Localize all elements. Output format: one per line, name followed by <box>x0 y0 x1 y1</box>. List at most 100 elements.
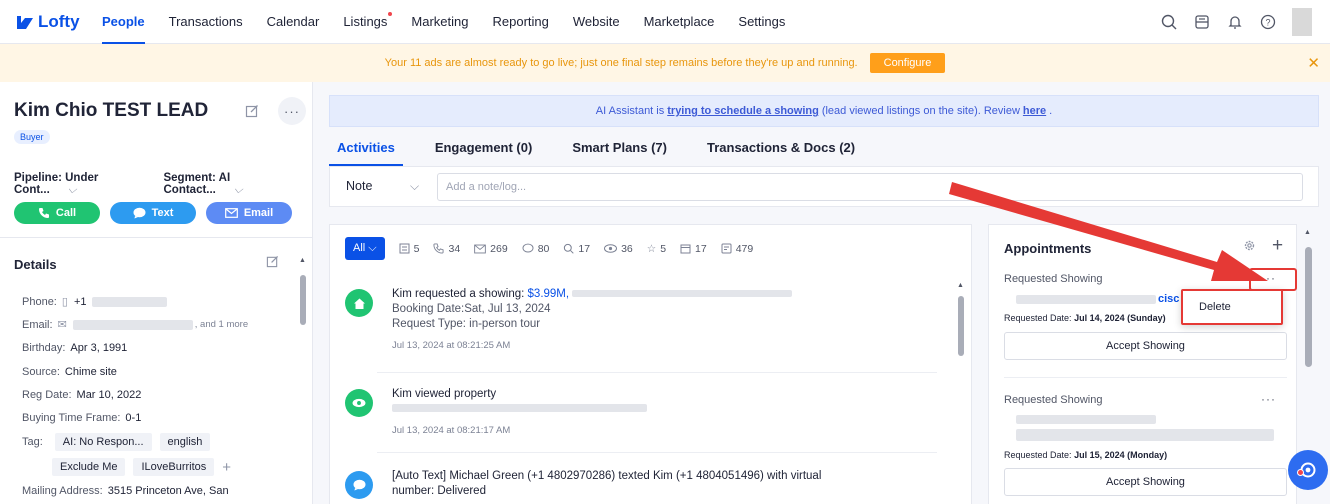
filter-favorites[interactable]: ☆ 5 <box>647 243 666 255</box>
filter-searches[interactable]: 17 <box>563 243 590 255</box>
redacted-address <box>1016 294 1156 304</box>
regdate-label: Reg Date: <box>22 388 72 401</box>
lofty-logo[interactable]: Lofty <box>16 12 102 32</box>
appointment-address-link[interactable]: cisc <box>1158 293 1179 305</box>
help-icon[interactable]: ? <box>1258 12 1278 32</box>
pipeline-select[interactable]: Pipeline: Under Cont... ⌵ <box>14 172 149 197</box>
nav-listings[interactable]: Listings <box>343 0 393 44</box>
nav-marketing[interactable]: Marketing <box>411 0 468 44</box>
nav-icons: ? <box>1146 0 1312 44</box>
text-button[interactable]: Text <box>110 202 196 224</box>
lead-sidebar: Kim Chio TEST LEAD ··· Buyer Pipeline: U… <box>0 82 313 504</box>
note-input[interactable]: Add a note/log... <box>437 173 1303 201</box>
chevron-down-icon[interactable]: ⌵ <box>410 179 419 194</box>
scroll-up-icon[interactable]: ▲ <box>1304 229 1311 236</box>
delete-menu-item[interactable]: Delete <box>1199 301 1231 313</box>
bell-icon[interactable] <box>1225 12 1245 32</box>
tag-chip[interactable]: AI: No Respon... <box>54 433 152 452</box>
filter-emails-count: 269 <box>490 242 508 255</box>
nav-reporting[interactable]: Reporting <box>492 0 548 44</box>
accept-showing-button[interactable]: Accept Showing <box>1004 332 1287 360</box>
nav-marketplace[interactable]: Marketplace <box>644 0 715 44</box>
activity-feed: All ⌵ 5 34 269 80 17 36 ☆ 5 17 479 Kim re… <box>329 224 972 504</box>
tab-transactions-docs[interactable]: Transactions & Docs (2) <box>707 134 855 166</box>
tag-chip[interactable]: ILoveBurritos <box>133 458 215 477</box>
nav-calendar[interactable]: Calendar <box>267 0 320 44</box>
tab-engagement[interactable]: Engagement (0) <box>435 134 533 166</box>
ai-review-link[interactable]: here <box>1023 105 1046 117</box>
divider <box>0 237 313 238</box>
filter-all-label: All <box>353 242 366 254</box>
edit-icon[interactable] <box>240 99 264 123</box>
edit-icon[interactable] <box>266 255 279 271</box>
appointment-date-value: Jul 15, 2024 (Monday) <box>1074 450 1168 460</box>
filter-calls[interactable]: 34 <box>433 243 460 255</box>
search-icon <box>564 243 575 254</box>
user-avatar[interactable] <box>1292 8 1312 36</box>
gear-icon[interactable] <box>1243 239 1256 255</box>
tab-activities[interactable]: Activities <box>329 134 403 166</box>
filter-appointments[interactable]: 17 <box>680 243 707 255</box>
segment-select[interactable]: Segment: AI Contact... ⌵ <box>163 172 298 197</box>
nav-website[interactable]: Website <box>573 0 620 44</box>
filter-logs[interactable]: 479 <box>721 243 753 255</box>
activity-item: Kim requested a showing: $3.99M, Booking… <box>345 287 945 367</box>
nav-settings[interactable]: Settings <box>738 0 785 44</box>
activity-title: [Auto Text] Michael Green (+1 4802970286… <box>392 470 822 482</box>
call-label: Call <box>55 207 77 219</box>
log-icon <box>721 243 732 254</box>
call-button[interactable]: Call <box>14 202 100 224</box>
filter-notes[interactable]: 5 <box>399 243 419 255</box>
appointment-date: Requested Date: Jul 15, 2024 (Monday) <box>1004 450 1167 460</box>
add-appointment-icon[interactable]: + <box>1272 235 1283 257</box>
details-scrollbar[interactable]: ▲ <box>299 257 306 504</box>
mail-icon: ✉ <box>57 319 67 332</box>
scroll-thumb[interactable] <box>958 296 964 356</box>
email-button[interactable]: Email <box>206 202 292 224</box>
detail-email: Email: ✉ , and 1 more <box>22 313 292 336</box>
phone-value[interactable]: +1 <box>74 296 87 308</box>
note-type-select[interactable]: Note <box>346 179 372 193</box>
activity-item: [Auto Text] Michael Green (+1 4802970286… <box>345 469 945 504</box>
tag-chip[interactable]: english <box>159 433 211 452</box>
appointments-panel: Appointments + Requested Showing ··· cis… <box>988 224 1297 504</box>
eye-icon <box>345 389 373 417</box>
configure-button[interactable]: Configure <box>869 53 946 73</box>
note-icon <box>399 243 410 254</box>
add-tag-icon[interactable]: + <box>222 459 231 476</box>
showing-request-icon <box>345 289 373 317</box>
search-icon[interactable] <box>1159 12 1179 32</box>
email-more[interactable]: , and 1 more <box>195 319 248 330</box>
filter-views[interactable]: 36 <box>604 243 633 255</box>
scroll-thumb[interactable] <box>1305 247 1312 367</box>
nav-people[interactable]: People <box>102 0 145 44</box>
filter-texts[interactable]: 80 <box>522 243 549 255</box>
scroll-up-icon[interactable]: ▲ <box>957 282 964 289</box>
listing-price-link[interactable]: $3.99M, <box>528 288 570 300</box>
nav-transactions[interactable]: Transactions <box>169 0 243 44</box>
star-icon: ☆ <box>646 242 657 255</box>
activity-listing-row <box>392 402 952 417</box>
filter-emails[interactable]: 269 <box>474 243 508 255</box>
activity-divider <box>377 452 937 453</box>
redacted-address <box>1016 429 1274 441</box>
filter-all-button[interactable]: All ⌵ <box>345 237 385 260</box>
appointment-more-button[interactable]: ··· <box>1261 392 1276 406</box>
scroll-up-icon[interactable]: ▲ <box>299 257 306 264</box>
activity-scrollbar[interactable]: ▲ <box>957 282 965 502</box>
detail-regdate: Reg Date: Mar 10, 2022 <box>22 383 292 406</box>
ai-action-link[interactable]: trying to schedule a showing <box>667 105 819 117</box>
more-options-button[interactable]: ··· <box>278 97 306 125</box>
chat-support-button[interactable] <box>1288 450 1328 490</box>
accept-showing-button[interactable]: Accept Showing <box>1004 468 1287 496</box>
tab-smart-plans[interactable]: Smart Plans (7) <box>572 134 667 166</box>
nav-listings-label: Listings <box>343 14 388 29</box>
scroll-thumb[interactable] <box>300 275 306 325</box>
appointments-title: Appointments <box>1004 241 1092 256</box>
tag-chip[interactable]: Exclude Me <box>52 458 126 477</box>
detail-timeframe: Buying Time Frame: 0-1 <box>22 406 292 429</box>
source-value: Chime site <box>64 365 117 378</box>
close-icon[interactable]: ✕ <box>1307 54 1320 72</box>
activity-timestamp: Jul 13, 2024 at 08:21:25 AM <box>392 340 511 351</box>
inbox-icon[interactable] <box>1192 12 1212 32</box>
